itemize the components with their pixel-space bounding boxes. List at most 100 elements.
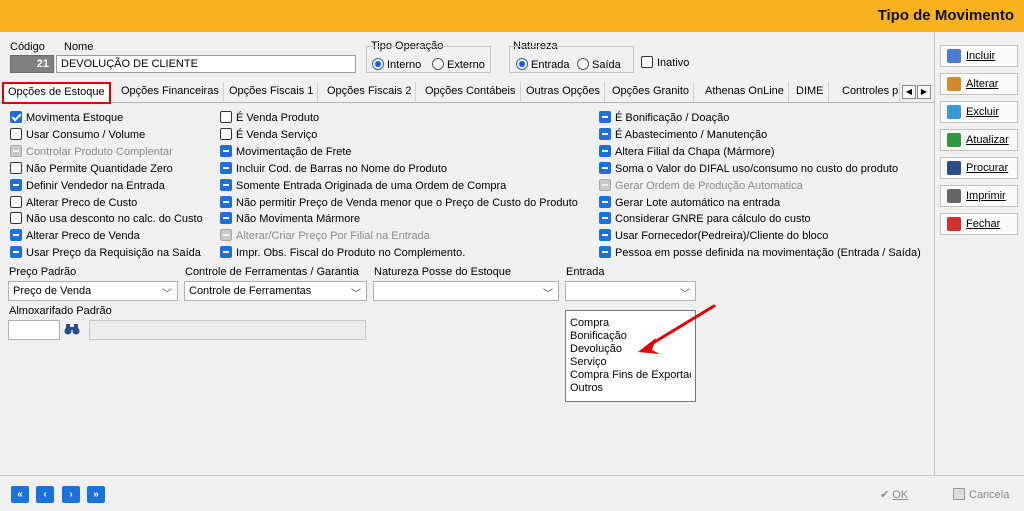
option-checkbox[interactable]: Alterar Preco de Custo [10, 195, 137, 211]
option-checkbox[interactable]: Altera Filial da Chapa (Mármore) [599, 144, 775, 160]
checkbox-icon [599, 246, 611, 259]
almoxarifado-code-input[interactable] [8, 320, 60, 340]
option-checkbox[interactable]: Impr. Obs. Fiscal do Produto no Compleme… [220, 245, 465, 261]
preco-padrao-select[interactable]: Preço de Venda ﹀ [8, 281, 178, 301]
natureza-posse-select[interactable]: ﹀ [373, 281, 559, 301]
option-checkbox[interactable]: Não permitir Preço de Venda menor que o … [220, 195, 578, 211]
option-checkbox[interactable]: Somente Entrada Originada de uma Ordem d… [220, 178, 506, 194]
radio-interno[interactable]: Interno [372, 58, 421, 71]
dropdown-item-compra-fins-exportacao[interactable]: Compra Fins de Exportaç [570, 369, 691, 382]
procurar-button[interactable]: Procurar [940, 157, 1018, 179]
option-label: É Venda Serviço [236, 128, 318, 141]
next-record-button[interactable]: › [62, 486, 80, 503]
option-checkbox[interactable]: Movimentação de Frete [220, 144, 352, 160]
option-checkbox[interactable]: Usar Preço da Requisição na Saída [10, 245, 201, 261]
tab-opcoes-fiscais-2[interactable]: Opções Fiscais 2 [323, 82, 417, 102]
codigo-field[interactable]: 21 [10, 55, 54, 73]
option-checkbox[interactable]: Incluir Cod. de Barras no Nome do Produt… [220, 161, 447, 177]
tab-opcoes-fiscais-1[interactable]: Opções Fiscais 1 [225, 82, 319, 102]
option-label: Soma o Valor do DIFAL uso/consumo no cus… [615, 162, 899, 175]
option-label: Gerar Ordem de Produção Automatica [615, 179, 803, 192]
nome-field[interactable]: DEVOLUÇÃO DE CLIENTE [56, 55, 356, 73]
edit-icon [947, 77, 961, 91]
entrada-select[interactable]: ﹀ [565, 281, 696, 301]
option-label: É Venda Produto [236, 112, 320, 124]
radio-entrada[interactable]: Entrada [516, 58, 570, 71]
tab-opcoes-financeiras[interactable]: Opções Financeiras [117, 82, 224, 102]
option-checkbox[interactable]: É Venda Serviço [220, 127, 317, 143]
option-checkbox[interactable]: Usar Consumo / Volume [10, 127, 145, 143]
option-checkbox[interactable]: Pessoa em posse definida na movimentação… [599, 245, 921, 261]
option-label: Definir Vendedor na Entrada [26, 179, 165, 192]
tab-athenas-online[interactable]: Athenas OnLine [701, 82, 789, 102]
option-label: Pessoa em posse definida na movimentação… [615, 247, 921, 260]
option-label: Alterar/Criar Preço Por Filial na Entrad… [236, 230, 430, 243]
title-bar: Tipo de Movimento [0, 0, 1024, 32]
sidebar-button-label: Alterar [966, 78, 999, 90]
option-checkbox[interactable]: Soma o Valor do DIFAL uso/consumo no cus… [599, 161, 898, 177]
inativo-checkbox[interactable]: Inativo [641, 56, 689, 69]
previous-record-button[interactable]: ‹ [36, 486, 54, 503]
chevron-down-icon: ﹀ [543, 289, 553, 300]
tab-dime[interactable]: DIME [792, 82, 829, 102]
option-checkbox[interactable]: É Venda Produto [220, 110, 319, 126]
option-label: Controlar Produto Complentar [26, 145, 173, 158]
atualizar-button[interactable]: Atualizar [940, 129, 1018, 151]
dropdown-item-outros[interactable]: Outros [570, 382, 691, 395]
option-checkbox[interactable]: Movimenta Estoque [10, 110, 123, 126]
option-checkbox[interactable]: É Bonificação / Doação [599, 110, 729, 126]
excluir-button[interactable]: Excluir [940, 101, 1018, 123]
chevron-down-icon: ﹀ [680, 289, 690, 300]
first-record-button[interactable]: « [11, 486, 29, 503]
tab-scroll-right-icon[interactable]: ▶ [917, 85, 931, 99]
nome-label: Nome [64, 41, 94, 53]
option-checkbox[interactable]: Gerar Lote automático na entrada [599, 195, 780, 211]
checkbox-icon [220, 212, 232, 225]
option-checkbox[interactable]: Alterar Preco de Venda [10, 228, 140, 244]
option-checkbox[interactable]: Considerar GNRE para cálculo do custo [599, 211, 811, 227]
checkbox-icon [220, 161, 232, 174]
option-checkbox[interactable]: Usar Fornecedor(Pedreira)/Cliente do blo… [599, 228, 828, 244]
option-checkbox[interactable]: É Abastecimento / Manutenção [599, 127, 767, 143]
tab-opcoes-contabeis[interactable]: Opções Contábeis [421, 82, 521, 102]
tab-outras-opcoes[interactable]: Outras Opções [522, 82, 605, 102]
sidebar-button-label: Imprimir [966, 190, 1006, 202]
option-label: É Abastecimento / Manutenção [615, 128, 768, 141]
option-label: Somente Entrada Originada de uma Ordem d… [236, 179, 507, 192]
option-checkbox[interactable]: Definir Vendedor na Entrada [10, 178, 165, 194]
incluir-button[interactable]: Incluir [940, 45, 1018, 67]
tab-controles[interactable]: Controles p [838, 82, 900, 102]
option-label: Não Movimenta Mármore [236, 213, 361, 226]
delete-icon [947, 105, 961, 119]
checkbox-icon [10, 111, 22, 123]
option-checkbox: Gerar Ordem de Produção Automatica [599, 178, 803, 194]
cancel-button[interactable]: Cancela [953, 484, 1009, 506]
binoculars-icon[interactable] [64, 323, 80, 336]
option-checkbox[interactable]: Não Movimenta Mármore [220, 211, 360, 227]
option-label: Alterar Preco de Custo [26, 196, 138, 209]
checkbox-icon [10, 212, 22, 225]
tab-opcoes-granito[interactable]: Opções Granito [608, 82, 695, 102]
binoculars-icon [947, 161, 961, 175]
ok-button[interactable]: ✔ OK [880, 484, 908, 506]
radio-saida[interactable]: Saída [577, 58, 621, 71]
option-label: Movimenta Estoque [26, 112, 124, 124]
checkbox-icon [10, 246, 22, 259]
fechar-button[interactable]: Fechar [940, 213, 1018, 235]
option-label: Alterar Preco de Venda [26, 230, 140, 243]
option-checkbox: Controlar Produto Complentar [10, 144, 173, 160]
option-checkbox[interactable]: Não usa desconto no calc. do Custo [10, 211, 203, 227]
checkbox-icon [641, 56, 653, 68]
action-sidebar [934, 32, 1024, 475]
imprimir-button[interactable]: Imprimir [940, 185, 1018, 207]
tab-scroll-left-icon[interactable]: ◀ [902, 85, 916, 99]
option-checkbox[interactable]: Não Permite Quantidade Zero [10, 161, 173, 177]
tab-opcoes-estoque[interactable]: Opções de Estoque [2, 82, 111, 104]
radio-externo[interactable]: Externo [432, 58, 485, 71]
checkbox-icon [220, 195, 232, 208]
sidebar-button-label: Incluir [966, 50, 996, 62]
controle-ferramentas-select[interactable]: Controle de Ferramentas ﹀ [184, 281, 367, 301]
last-record-button[interactable]: » [87, 486, 105, 503]
checkbox-icon [599, 127, 611, 140]
alterar-button[interactable]: Alterar [940, 73, 1018, 95]
